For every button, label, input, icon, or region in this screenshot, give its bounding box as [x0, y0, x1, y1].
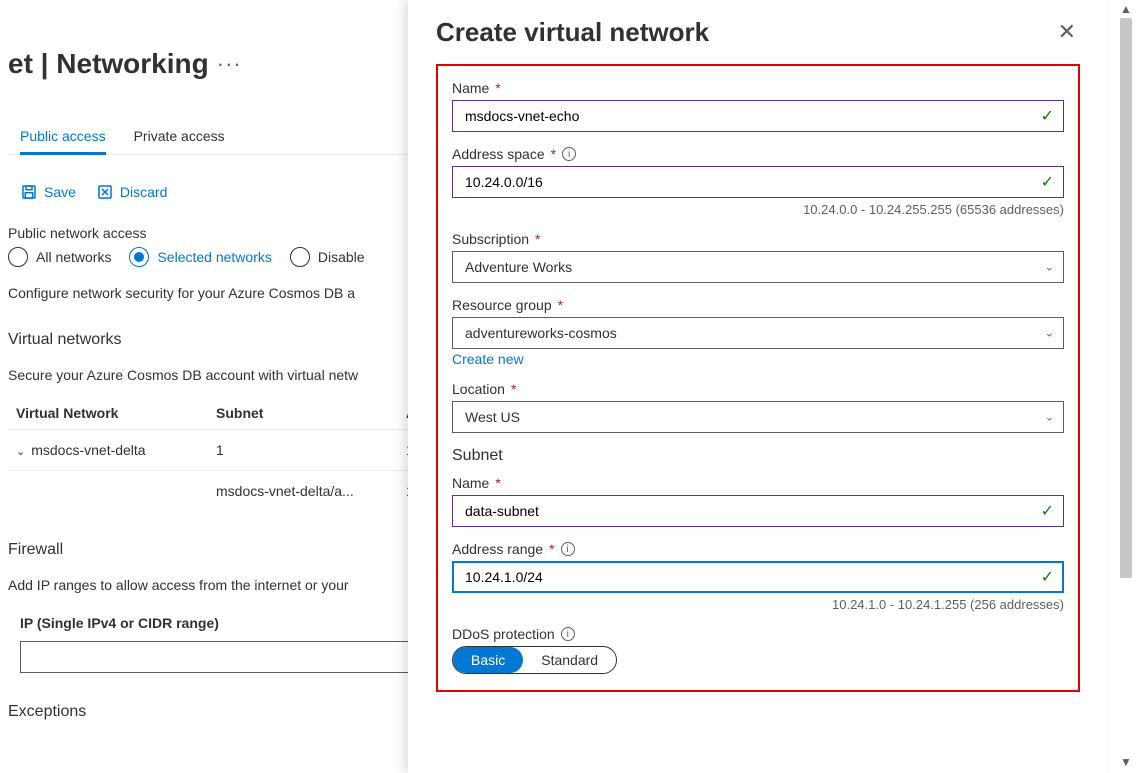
ddos-label: DDoS protection	[452, 626, 555, 642]
discard-icon	[96, 183, 114, 201]
radio-all-networks[interactable]: All networks	[8, 247, 111, 267]
subnet-name-label: Name	[452, 475, 489, 491]
chevron-down-icon: ⌄	[16, 445, 25, 458]
name-input[interactable]	[452, 100, 1064, 132]
rg-label: Resource group	[452, 297, 552, 313]
info-icon[interactable]: i	[561, 627, 575, 641]
panel-title: Create virtual network	[436, 17, 709, 48]
discard-button[interactable]: Discard	[96, 183, 167, 201]
discard-label: Discard	[120, 184, 167, 200]
addr-label: Address space	[452, 146, 545, 162]
subnet-name-input[interactable]	[452, 495, 1064, 527]
create-vnet-panel: Create virtual network ✕ Name* ✓ Address…	[408, 0, 1108, 773]
check-icon: ✓	[1041, 172, 1054, 192]
scroll-thumb[interactable]	[1120, 18, 1132, 578]
tab-private-access[interactable]: Private access	[134, 128, 225, 154]
location-select[interactable]: West US	[452, 401, 1064, 433]
check-icon: ✓	[1041, 567, 1054, 587]
radio-disable[interactable]: Disable	[290, 247, 365, 267]
range-input[interactable]	[452, 561, 1064, 593]
scroll-down-icon[interactable]: ▼	[1117, 753, 1135, 771]
ip-input[interactable]	[20, 641, 440, 673]
more-icon[interactable]: ···	[217, 51, 242, 77]
ddos-standard[interactable]: Standard	[523, 647, 616, 673]
scroll-up-icon[interactable]: ▲	[1117, 0, 1135, 18]
info-icon[interactable]: i	[561, 542, 575, 556]
tab-public-access[interactable]: Public access	[20, 128, 106, 154]
chevron-down-icon: ⌄	[1045, 327, 1054, 340]
chevron-down-icon: ⌄	[1045, 411, 1054, 424]
col-subnet: Subnet	[208, 405, 398, 421]
addr-input[interactable]	[452, 166, 1064, 198]
save-button[interactable]: Save	[20, 183, 76, 201]
scrollbar[interactable]: ▲ ▼	[1116, 0, 1136, 773]
save-label: Save	[44, 184, 76, 200]
loc-label: Location	[452, 381, 505, 397]
check-icon: ✓	[1041, 106, 1054, 126]
resource-group-select[interactable]: adventureworks-cosmos	[452, 317, 1064, 349]
range-label: Address range	[452, 541, 543, 557]
range-hint: 10.24.1.0 - 10.24.1.255 (256 addresses)	[452, 597, 1064, 612]
info-icon[interactable]: i	[562, 147, 576, 161]
chevron-down-icon: ⌄	[1045, 261, 1054, 274]
save-icon	[20, 183, 38, 201]
ddos-basic[interactable]: Basic	[453, 647, 523, 673]
sub-label: Subscription	[452, 231, 529, 247]
ddos-toggle[interactable]: Basic Standard	[452, 646, 617, 674]
radio-selected-networks[interactable]: Selected networks	[129, 247, 271, 267]
addr-hint: 10.24.0.0 - 10.24.255.255 (65536 address…	[452, 202, 1064, 217]
col-virtual-network: Virtual Network	[8, 405, 208, 421]
create-new-link[interactable]: Create new	[452, 351, 524, 367]
subnet-heading: Subnet	[452, 447, 1064, 465]
name-label: Name	[452, 80, 489, 96]
check-icon: ✓	[1041, 501, 1054, 521]
close-icon[interactable]: ✕	[1054, 15, 1080, 49]
subscription-select[interactable]: Adventure Works	[452, 251, 1064, 283]
page-title: et | Networking	[8, 48, 209, 80]
